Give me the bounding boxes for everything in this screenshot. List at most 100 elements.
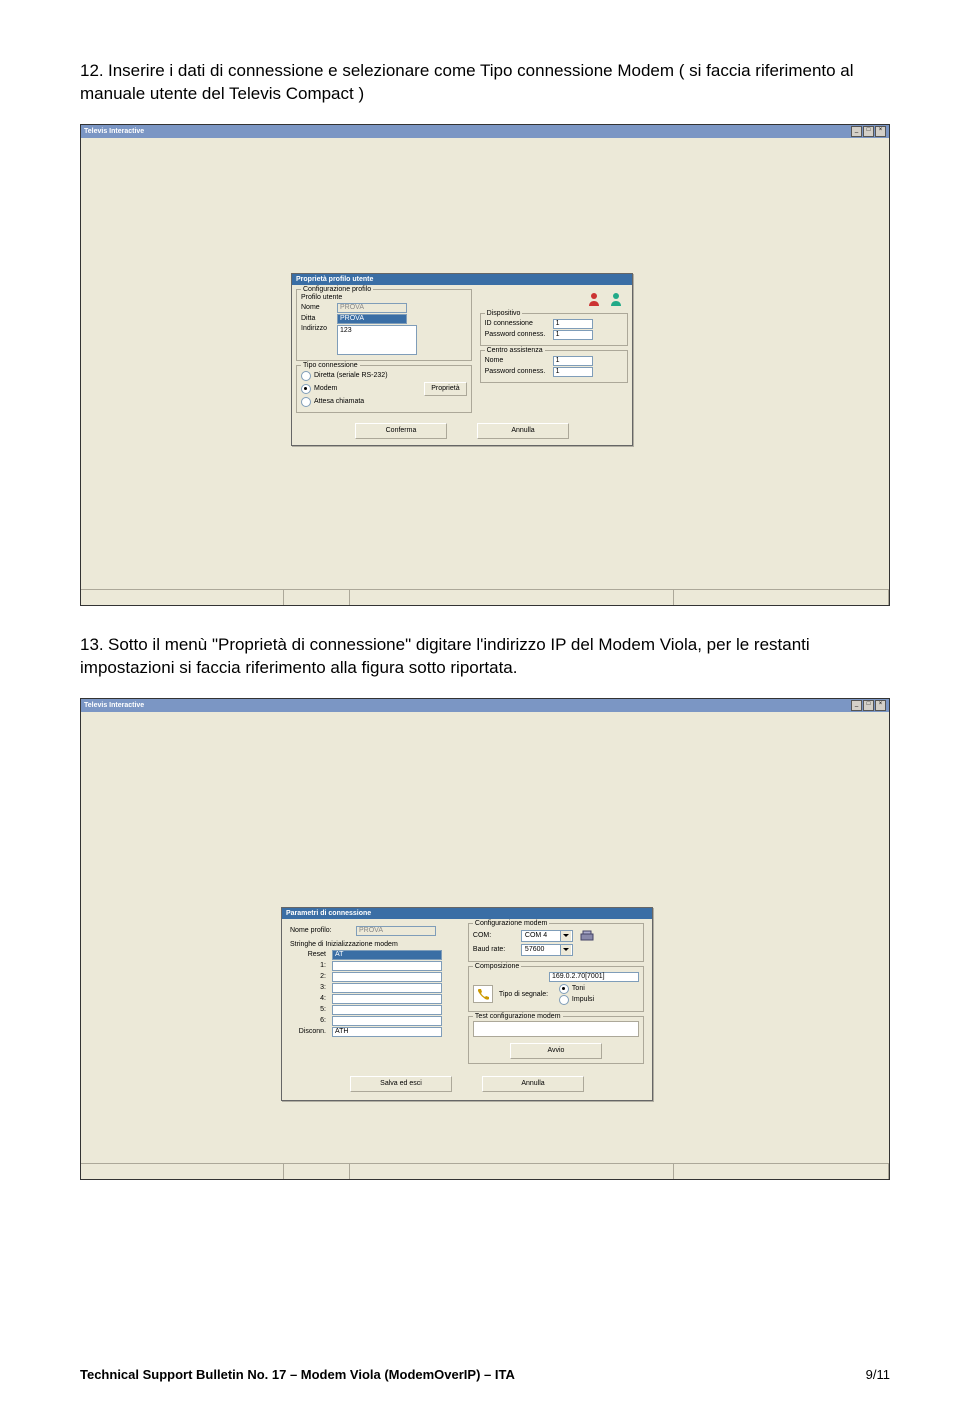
input-id-conn[interactable]: 1 — [553, 319, 593, 329]
group-centro: Centro assistenza Nome1 Password conness… — [480, 350, 628, 383]
group-configurazione: Configurazione profilo Profilo utente No… — [296, 289, 472, 361]
radio-attesa-label: Attesa chiamata — [314, 398, 364, 405]
btn-proprieta[interactable]: Proprietà — [424, 382, 466, 396]
person-red-icon[interactable] — [586, 291, 602, 307]
btn-avvio[interactable]: Avvio — [510, 1043, 602, 1059]
radio-diretta-label: Diretta (seriale RS-232) — [314, 372, 388, 379]
footer-right: 9/11 — [866, 1367, 890, 1382]
phone-icon[interactable] — [473, 985, 493, 1003]
btn-salva[interactable]: Salva ed esci — [350, 1076, 452, 1092]
dialog-profile-title: Proprietà profilo utente — [292, 274, 632, 285]
dialog-conn-params: Parametri di connessione Nome profilo: P… — [281, 907, 653, 1101]
screenshot-2: Televis Interactive _ □ × Parametri di c… — [80, 698, 890, 1180]
btn-annulla-2[interactable]: Annulla — [482, 1076, 584, 1092]
input-pwd-conn[interactable]: 1 — [553, 330, 593, 340]
legend-test: Test configurazione modem — [473, 1013, 563, 1020]
legend-conf-modem: Configurazione modem — [473, 920, 549, 927]
label-centro-pwd: Password conness. — [485, 368, 553, 375]
radio-impulsi-row[interactable]: Impulsi — [559, 995, 594, 1005]
radio-modem-label: Modem — [314, 385, 337, 392]
input-nome[interactable]: PROVA — [337, 303, 407, 313]
step-13: 13.Sotto il menù "Proprietà di connessio… — [80, 634, 890, 680]
legend-tipo: Tipo connessione — [301, 362, 360, 369]
input-r4[interactable] — [332, 994, 442, 1004]
label-com: COM: — [473, 932, 521, 939]
input-centro-nome[interactable]: 1 — [553, 356, 593, 366]
input-r2[interactable] — [332, 972, 442, 982]
dialog-conn-title: Parametri di connessione — [282, 908, 652, 919]
label-pwd-conn: Password conness. — [485, 331, 553, 338]
legend-conf: Configurazione profilo — [301, 286, 373, 293]
radio-modem-row[interactable]: Modem — [301, 384, 337, 394]
input-centro-pwd[interactable]: 1 — [553, 367, 593, 377]
step-12-text: Inserire i dati di connessione e selezio… — [80, 61, 854, 103]
label-r3: 3: — [290, 984, 332, 991]
label-r6: 6: — [290, 1017, 332, 1024]
label-tipo-segnale: Tipo di segnale: — [499, 991, 559, 998]
radio-diretta-row[interactable]: Diretta (seriale RS-232) — [301, 371, 467, 381]
input-disconn[interactable]: ATH — [332, 1027, 442, 1037]
label-id-conn: ID connessione — [485, 320, 553, 327]
window-close-button-2[interactable]: × — [875, 700, 886, 711]
window-min-button-2[interactable]: _ — [851, 700, 862, 711]
person-teal-icon[interactable] — [608, 291, 624, 307]
label-baud: Baud rate: — [473, 946, 521, 953]
window-max-button[interactable]: □ — [863, 126, 874, 137]
group-composizione: Composizione 169.0.2.70[7001] Tipo di s — [468, 966, 644, 1012]
window-titlebar-2: Televis Interactive _ □ × — [81, 699, 889, 712]
textarea-indirizzo[interactable]: 123 — [337, 325, 417, 355]
legend-centro: Centro assistenza — [485, 347, 545, 354]
footer-left: Technical Support Bulletin No. 17 – Mode… — [80, 1367, 515, 1382]
screenshot-1: Televis Interactive _ □ × Proprietà prof… — [80, 124, 890, 606]
input-reset[interactable]: AT — [332, 950, 442, 960]
window-close-button[interactable]: × — [875, 126, 886, 137]
input-r6[interactable] — [332, 1016, 442, 1026]
input-r3[interactable] — [332, 983, 442, 993]
select-baud[interactable]: 57600 — [521, 944, 573, 956]
legend-composizione: Composizione — [473, 963, 521, 970]
window-title: Televis Interactive — [84, 128, 144, 135]
group-test: Test configurazione modem Avvio — [468, 1016, 644, 1064]
radio-attesa-row[interactable]: Attesa chiamata — [301, 397, 467, 407]
btn-conferma[interactable]: Conferma — [355, 423, 447, 439]
window-title-2: Televis Interactive — [84, 702, 144, 709]
test-output — [473, 1021, 639, 1037]
label-indirizzo: Indirizzo — [301, 325, 337, 332]
modem-icon[interactable] — [579, 929, 595, 943]
input-r5[interactable] — [332, 1005, 442, 1015]
window-titlebar: Televis Interactive _ □ × — [81, 125, 889, 138]
radio-impulsi-label: Impulsi — [572, 996, 594, 1003]
page-footer: Technical Support Bulletin No. 17 – Mode… — [0, 1367, 960, 1382]
label-r4: 4: — [290, 995, 332, 1002]
label-reset: Reset — [290, 951, 332, 958]
label-nome: Nome — [301, 304, 337, 311]
statusbar — [81, 589, 889, 605]
radio-toni-row[interactable]: Toni — [559, 984, 594, 994]
input-ditta[interactable]: PROVA — [337, 314, 407, 324]
group-tipo: Tipo connessione Diretta (seriale RS-232… — [296, 365, 472, 413]
step-13-text: Sotto il menù "Proprietà di connessione"… — [80, 635, 810, 677]
group-dispositivo: Dispositivo ID connessione1 Password con… — [480, 313, 628, 346]
label-r1: 1: — [290, 962, 332, 969]
input-r1[interactable] — [332, 961, 442, 971]
label-nome-profilo: Nome profilo: — [290, 927, 356, 934]
step-13-num: 13. — [80, 634, 108, 657]
statusbar-2 — [81, 1163, 889, 1179]
label-ditta: Ditta — [301, 315, 337, 322]
label-r2: 2: — [290, 973, 332, 980]
window-max-button-2[interactable]: □ — [863, 700, 874, 711]
input-nome-profilo: PROVA — [356, 926, 436, 936]
group-conf-modem: Configurazione modem COM: COM 4 — [468, 923, 644, 962]
label-r5: 5: — [290, 1006, 332, 1013]
window-min-button[interactable]: _ — [851, 126, 862, 137]
step-12-num: 12. — [80, 60, 108, 83]
select-com[interactable]: COM 4 — [521, 930, 573, 942]
dialog-profile: Proprietà profilo utente Configurazione … — [291, 273, 633, 446]
input-composizione[interactable]: 169.0.2.70[7001] — [549, 972, 639, 982]
label-disconn: Disconn. — [290, 1028, 332, 1035]
legend-profile: Profilo utente — [301, 294, 467, 301]
legend-dispositivo: Dispositivo — [485, 310, 523, 317]
step-12: 12.Inserire i dati di connessione e sele… — [80, 60, 890, 106]
radio-toni-label: Toni — [572, 985, 585, 992]
btn-annulla-1[interactable]: Annulla — [477, 423, 569, 439]
